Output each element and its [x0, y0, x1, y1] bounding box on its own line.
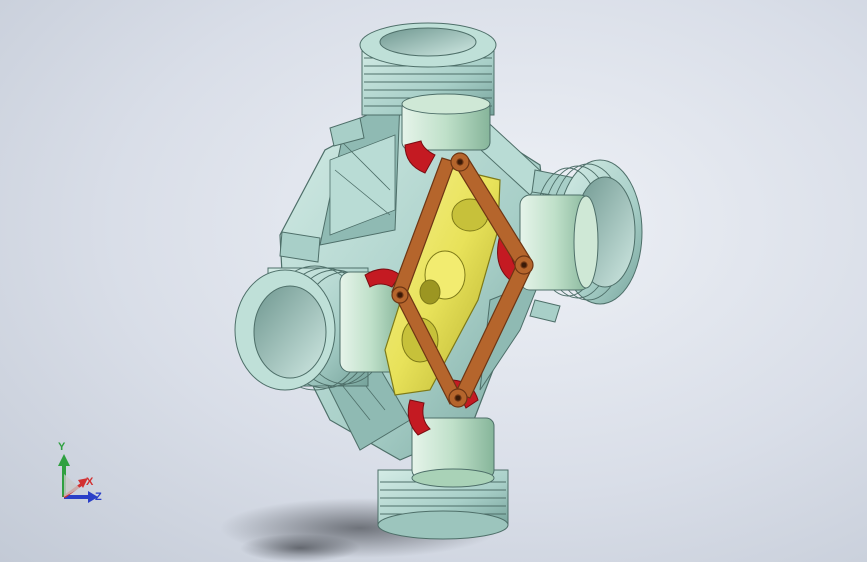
triad-y-label: Y [58, 441, 66, 453]
graphics-viewport[interactable]: Y X Z [0, 0, 867, 562]
piston-right[interactable] [519, 194, 599, 291]
triad-z-label: Z [95, 491, 102, 503]
model-render[interactable] [0, 0, 867, 562]
piston-top[interactable] [401, 93, 491, 151]
triad-x-label: X [86, 476, 94, 488]
